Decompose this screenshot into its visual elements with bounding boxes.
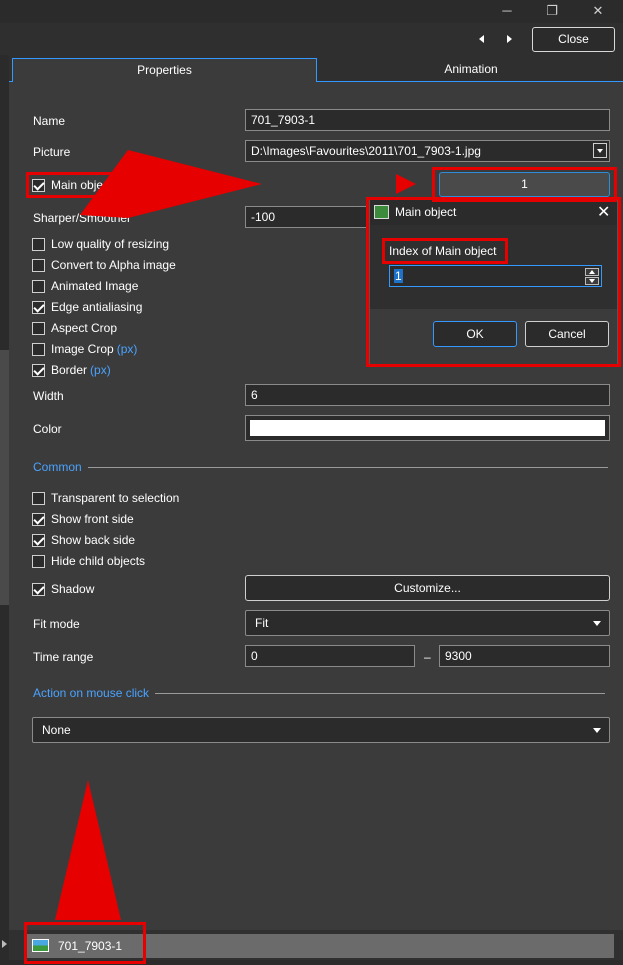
checkbox[interactable] — [32, 554, 45, 568]
color-picker[interactable] — [245, 415, 610, 441]
checkbox-low-quality[interactable]: Low quality of resizing — [32, 236, 169, 252]
checkbox-aspect-crop[interactable]: Aspect Crop — [32, 320, 117, 336]
mouse-click-action-value: None — [42, 723, 71, 737]
width-input[interactable]: 6 — [245, 384, 610, 406]
checkbox-edge-antialiasing[interactable]: Edge antialiasing — [32, 299, 142, 315]
checkbox-label: Show back side — [51, 533, 136, 547]
checkbox[interactable] — [32, 279, 45, 293]
time-separator: – — [424, 650, 431, 664]
checkbox[interactable] — [32, 237, 45, 251]
annotation-box-dialog — [366, 197, 621, 367]
mouse-click-action-select[interactable]: None — [32, 717, 610, 743]
checkbox-label: Border — [51, 363, 88, 377]
picture-value: D:\Images\Favourites\2011\701_7903-1.jpg — [251, 144, 481, 158]
expand-icon[interactable] — [2, 940, 7, 948]
close-button[interactable]: Close — [532, 27, 615, 52]
checkbox-label: Aspect Crop — [51, 321, 118, 335]
time-range-label: Time range — [33, 650, 94, 664]
checkbox[interactable] — [32, 258, 45, 272]
checkbox-label: Shadow — [51, 582, 95, 596]
checkbox-animated-image[interactable]: Animated Image — [32, 278, 138, 294]
color-label: Color — [33, 422, 62, 436]
mouse-click-section-label: Action on mouse click — [33, 686, 150, 700]
checkbox-image-crop[interactable]: Image Crop (px) — [32, 341, 137, 357]
checkbox-convert-alpha[interactable]: Convert to Alpha image — [32, 257, 176, 273]
common-section-label: Common — [33, 460, 82, 474]
top-toolbar — [0, 23, 623, 55]
checkbox-show-front[interactable]: Show front side — [32, 511, 134, 527]
arrow-right-icon[interactable] — [502, 32, 516, 46]
checkbox[interactable] — [32, 300, 45, 314]
time-end-input[interactable]: 9300 — [439, 645, 610, 667]
checkbox[interactable] — [32, 512, 45, 526]
checkbox-label: Image Crop — [51, 342, 114, 356]
sharper-smoother-input[interactable]: -100 — [245, 206, 369, 228]
checkbox[interactable] — [32, 582, 45, 596]
tab-bar: Properties Animation — [9, 55, 623, 82]
window-titlebar: ─ ❐ ✕ — [0, 0, 623, 23]
checkbox[interactable] — [32, 321, 45, 335]
color-swatch — [250, 420, 605, 436]
red-arrow-up-icon — [55, 780, 121, 920]
checkbox-border[interactable]: Border (px) — [32, 362, 111, 378]
fit-mode-value: Fit — [255, 616, 269, 630]
checkbox[interactable] — [32, 342, 45, 356]
annotation-box-index-label — [382, 238, 508, 264]
picture-label: Picture — [33, 145, 71, 159]
annotation-box-object-item — [24, 922, 146, 964]
arrow-left-icon[interactable] — [475, 32, 489, 46]
red-pointer-icon — [396, 174, 416, 194]
minimize-icon[interactable]: ─ — [492, 2, 522, 20]
checkbox-shadow[interactable]: Shadow — [32, 581, 94, 597]
checkbox-label: Low quality of resizing — [51, 237, 170, 251]
time-start-input[interactable]: 0 — [245, 645, 415, 667]
checkbox-label: Animated Image — [51, 279, 139, 293]
unit-suffix: (px) — [116, 342, 138, 356]
checkbox-label: Edge antialiasing — [51, 300, 143, 314]
chevron-down-icon[interactable] — [593, 143, 607, 158]
left-scrollbar[interactable] — [0, 350, 9, 605]
checkbox-label: Transparent to selection — [51, 491, 180, 505]
section-divider — [155, 692, 606, 694]
chevron-down-icon — [593, 728, 601, 733]
checkbox-label: Show front side — [51, 512, 134, 526]
name-input[interactable]: 701_7903-1 — [245, 109, 610, 131]
section-divider — [87, 466, 608, 468]
name-label: Name — [33, 114, 66, 128]
sharper-smoother-label: Sharper/Smoother — [33, 211, 132, 225]
annotation-box-main-object — [26, 172, 127, 198]
chevron-down-icon — [593, 621, 601, 626]
tab-animation[interactable]: Animation — [319, 58, 623, 82]
mouse-click-section-header: Action on mouse click — [33, 686, 606, 700]
checkbox[interactable] — [32, 491, 45, 505]
unit-suffix: (px) — [90, 363, 111, 377]
restore-icon[interactable]: ❐ — [537, 2, 567, 20]
window-close-icon[interactable]: ✕ — [583, 2, 613, 20]
checkbox-label: Convert to Alpha image — [51, 258, 176, 272]
checkbox-hide-child[interactable]: Hide child objects — [32, 553, 145, 569]
picture-select[interactable]: D:\Images\Favourites\2011\701_7903-1.jpg — [245, 140, 610, 162]
fit-mode-select[interactable]: Fit — [245, 610, 610, 636]
checkbox[interactable] — [32, 533, 45, 547]
checkbox[interactable] — [32, 363, 45, 377]
customize-button[interactable]: Customize... — [245, 575, 610, 601]
width-label: Width — [33, 389, 64, 403]
fit-mode-label: Fit mode — [33, 617, 80, 631]
tab-properties[interactable]: Properties — [12, 58, 317, 82]
common-section-header: Common — [33, 460, 608, 474]
checkbox-transparent[interactable]: Transparent to selection — [32, 490, 179, 506]
checkbox-show-back[interactable]: Show back side — [32, 532, 135, 548]
checkbox-label: Hide child objects — [51, 554, 146, 568]
